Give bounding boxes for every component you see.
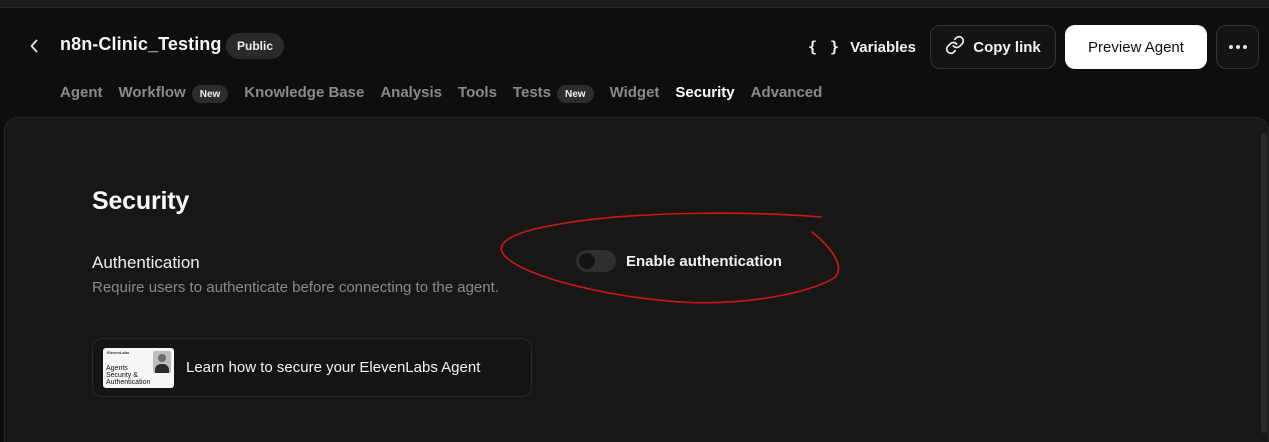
link-icon [945,35,965,59]
agent-tabs: Agent Workflow New Knowledge Base Analysi… [60,80,838,118]
agent-header: n8n-Clinic_Testing Public { } Variables … [0,8,1269,118]
new-badge: New [557,85,594,103]
more-dots-icon [1228,45,1233,49]
thumbnail-caption: Agents Security & Authentication [106,364,151,386]
section-title: Security [92,187,190,215]
top-bar [0,0,1269,8]
braces-icon: { } [808,38,842,56]
presenter-avatar-icon [153,350,171,373]
authentication-label: Authentication [92,253,200,272]
video-thumbnail: ElevenLabs Agents Security & Authenticat… [103,347,174,388]
agent-title: n8n-Clinic_Testing [60,34,222,54]
tab-security[interactable]: Security [675,80,735,118]
learn-card-text: Learn how to secure your ElevenLabs Agen… [186,359,481,376]
new-badge: New [191,85,229,103]
variables-label: Variables [850,38,916,56]
tab-advanced[interactable]: Advanced [751,80,823,118]
back-chevron-icon[interactable] [24,36,44,56]
tab-agent[interactable]: Agent [60,80,103,118]
thumbnail-brand: ElevenLabs [107,349,130,355]
authentication-description: Require users to authenticate before con… [92,279,499,296]
visibility-badge: Public [226,33,285,59]
tab-workflow[interactable]: Workflow New [119,80,229,118]
tab-tools[interactable]: Tools [458,80,497,118]
enable-authentication-toggle-row[interactable]: Enable authentication [576,250,782,272]
variables-button[interactable]: { } Variables [800,30,924,64]
tab-analysis[interactable]: Analysis [380,80,442,118]
enable-authentication-toggle[interactable] [576,250,616,272]
tab-widget[interactable]: Widget [610,80,660,118]
copy-link-button[interactable]: Copy link [930,25,1056,69]
scrollbar[interactable] [1261,133,1267,433]
tab-tests[interactable]: Tests New [513,80,594,118]
enable-authentication-label: Enable authentication [626,252,782,270]
more-options-button[interactable] [1216,25,1259,69]
preview-agent-button[interactable]: Preview Agent [1065,25,1207,69]
tab-knowledge-base[interactable]: Knowledge Base [244,80,364,118]
learn-security-card[interactable]: ElevenLabs Agents Security & Authenticat… [92,338,532,397]
toggle-knob [579,253,595,269]
copy-link-label: Copy link [973,38,1041,56]
